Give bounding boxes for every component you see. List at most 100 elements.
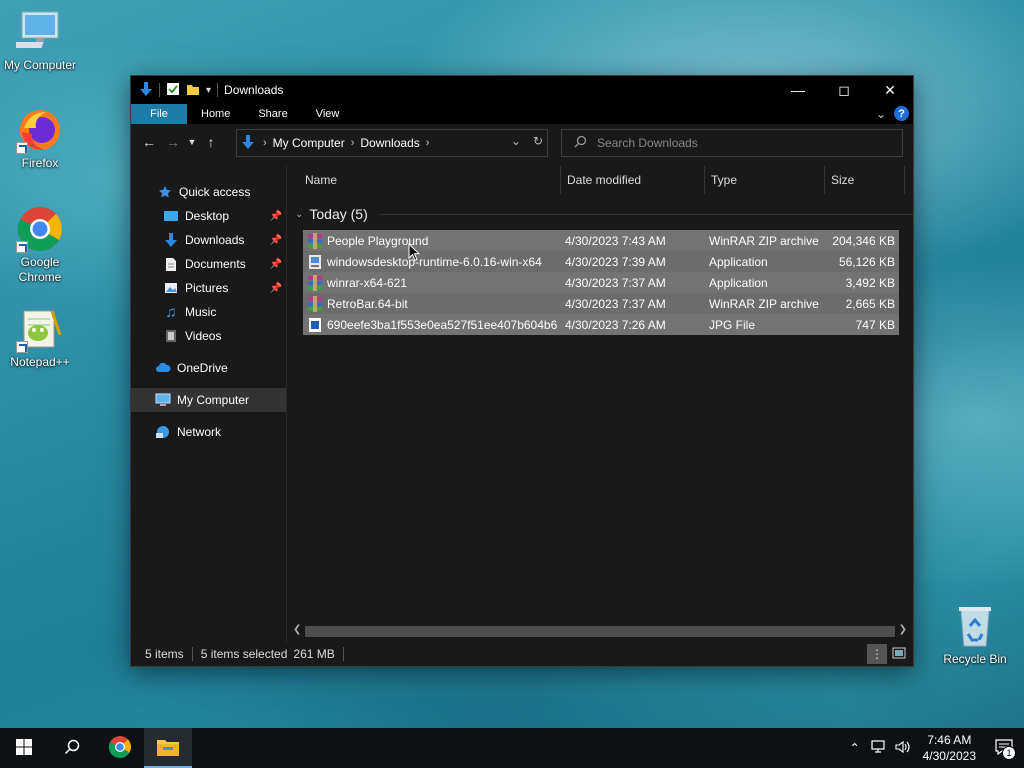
title-bar[interactable]: ▾ Downloads — ◻ ✕: [131, 76, 913, 104]
breadcrumb-separator-icon[interactable]: ›: [426, 137, 430, 149]
column-header-label: Date modified: [567, 173, 642, 187]
file-name: windowsdesktop-runtime-6.0.16-win-x64: [327, 254, 542, 269]
column-header-date[interactable]: Date modified: [561, 166, 705, 194]
new-folder-icon[interactable]: [186, 82, 200, 99]
breadcrumb-downloads[interactable]: Downloads: [360, 136, 419, 150]
taskbar: ⌃ 7:46 AM 4/30/2023 1: [0, 728, 1024, 768]
desktop-icon-my-computer[interactable]: My Computer: [0, 8, 80, 73]
nav-item-network[interactable]: Network: [131, 420, 286, 444]
action-center-button[interactable]: 1: [984, 728, 1024, 768]
maximize-button[interactable]: ◻: [821, 76, 867, 104]
nav-item-onedrive[interactable]: OneDrive: [131, 356, 286, 380]
breadcrumb-separator-icon[interactable]: ›: [263, 137, 267, 149]
group-divider: [379, 214, 913, 215]
up-button[interactable]: ↑: [199, 130, 223, 154]
column-header-label: Size: [831, 173, 855, 187]
download-arrow-icon: [163, 232, 179, 248]
back-button[interactable]: ←: [137, 130, 161, 154]
nav-item-label: Pictures: [185, 281, 229, 295]
tab-home[interactable]: Home: [187, 104, 244, 124]
file-type: JPG File: [709, 317, 756, 332]
search-box[interactable]: Search Downloads: [561, 129, 903, 157]
image-file-icon: [307, 317, 323, 333]
tab-view[interactable]: View: [302, 104, 354, 124]
forward-button[interactable]: →: [161, 130, 185, 154]
desktop-icon-label: Recycle Bin: [943, 652, 1007, 666]
tab-share[interactable]: Share: [244, 104, 301, 124]
recent-locations-button[interactable]: ▼: [185, 130, 199, 154]
clock-date: 4/30/2023: [922, 749, 976, 763]
desktop-icon-notepadpp[interactable]: Notepad++: [0, 305, 80, 370]
refresh-icon[interactable]: ↻: [533, 134, 543, 148]
show-hidden-icons-button[interactable]: ⌃: [843, 728, 867, 768]
volume-button[interactable]: [891, 728, 915, 768]
column-header-name[interactable]: Name: [299, 166, 561, 194]
file-name: 690eefe3ba1f553e0ea527f51ee407b604b6...: [327, 317, 557, 332]
start-button[interactable]: [0, 728, 48, 768]
taskbar-file-explorer-button[interactable]: [144, 728, 192, 768]
maximize-icon: ◻: [838, 81, 850, 98]
nav-item-quick-access[interactable]: Quick access: [131, 180, 286, 204]
nav-item-desktop[interactable]: Desktop 📌: [131, 204, 286, 228]
address-history-dropdown[interactable]: ⌄: [511, 134, 521, 148]
file-row[interactable]: RetroBar.64-bit 4/30/2023 7:37 AM WinRAR…: [303, 293, 899, 314]
desktop-icon-chrome[interactable]: Google Chrome: [0, 205, 80, 285]
column-header-size[interactable]: Size: [825, 166, 905, 194]
group-header-today[interactable]: ⌄ Today (5): [287, 202, 913, 226]
file-row[interactable]: People Playground 4/30/2023 7:43 AM WinR…: [303, 230, 899, 251]
nav-item-downloads[interactable]: Downloads 📌: [131, 228, 286, 252]
file-type: Application: [709, 275, 768, 290]
file-row[interactable]: windowsdesktop-runtime-6.0.16-win-x64 4/…: [303, 251, 899, 272]
minimize-button[interactable]: —: [775, 76, 821, 104]
nav-item-my-computer[interactable]: My Computer: [131, 388, 286, 412]
breadcrumb-separator-icon[interactable]: ›: [351, 137, 355, 149]
file-row[interactable]: 690eefe3ba1f553e0ea527f51ee407b604b6... …: [303, 314, 899, 335]
nav-item-label: Videos: [185, 329, 222, 343]
item-count: 5 items: [145, 647, 184, 661]
desktop-icon-label: Notepad++: [10, 355, 70, 369]
nav-item-label: Desktop: [185, 209, 230, 223]
scroll-right-icon[interactable]: ❯: [899, 624, 907, 635]
chevron-down-icon[interactable]: ▾: [206, 85, 211, 96]
nav-item-label: Music: [185, 305, 217, 319]
details-view-button[interactable]: ⋮: [867, 644, 887, 664]
nav-item-music[interactable]: ♫ Music: [131, 300, 286, 324]
file-list: Name Date modified Type Size ⌄ Today (5)…: [287, 166, 913, 642]
notification-badge: 1: [1002, 746, 1016, 760]
desktop-icon-recycle-bin[interactable]: Recycle Bin: [935, 602, 1015, 667]
address-bar[interactable]: › My Computer › Downloads › ⌄ ↻: [236, 129, 548, 157]
windows-logo-icon: [16, 738, 32, 758]
music-note-icon: ♫: [165, 303, 177, 321]
file-row[interactable]: winrar-x64-621 4/30/2023 7:37 AM Applica…: [303, 272, 899, 293]
close-button[interactable]: ✕: [867, 76, 913, 104]
film-icon: [163, 328, 179, 344]
nav-item-pictures[interactable]: Pictures 📌: [131, 276, 286, 300]
nav-item-videos[interactable]: Videos: [131, 324, 286, 348]
file-name: RetroBar.64-bit: [327, 296, 408, 311]
breadcrumb-my-computer[interactable]: My Computer: [273, 136, 345, 150]
arrow-up-icon: ↑: [207, 134, 215, 150]
network-status-button[interactable]: [867, 728, 891, 768]
large-icons-view-button[interactable]: [889, 644, 909, 664]
expand-ribbon-icon[interactable]: ⌄: [876, 107, 886, 121]
column-header-type[interactable]: Type: [705, 166, 825, 194]
selected-size: 261 MB: [293, 647, 335, 661]
nav-item-label: Documents: [185, 257, 246, 271]
scroll-left-icon[interactable]: ❮: [293, 624, 301, 635]
scrollbar-thumb[interactable]: [305, 626, 895, 637]
taskbar-chrome-button[interactable]: [96, 728, 144, 768]
network-icon: [155, 424, 171, 440]
properties-icon[interactable]: [166, 82, 180, 99]
star-icon: [157, 184, 173, 200]
desktop-icon-firefox[interactable]: Firefox: [0, 106, 80, 171]
nav-item-documents[interactable]: Documents 📌: [131, 252, 286, 276]
horizontal-scrollbar[interactable]: ❮ ❯: [289, 624, 911, 638]
clock[interactable]: 7:46 AM 4/30/2023: [915, 732, 984, 764]
column-header-label: Name: [305, 173, 338, 187]
divider: [191, 647, 193, 661]
search-button[interactable]: [48, 728, 96, 768]
help-icon[interactable]: ?: [894, 106, 909, 121]
nav-item-label: Quick access: [179, 185, 251, 199]
tab-file[interactable]: File: [131, 104, 187, 124]
details-view-icon: ⋮: [871, 647, 883, 661]
